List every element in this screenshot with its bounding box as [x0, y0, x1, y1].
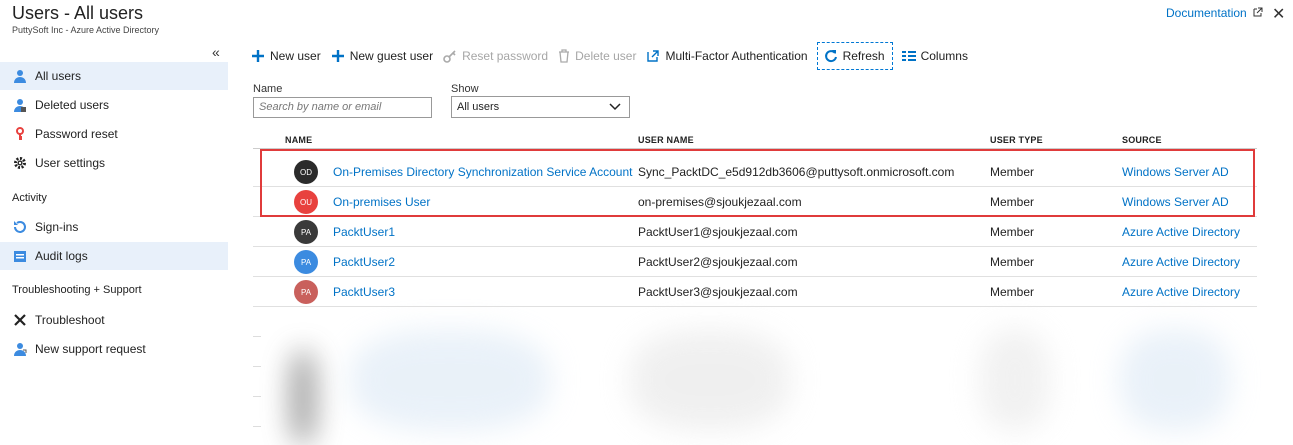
- sidebar-item-label: New support request: [35, 342, 146, 356]
- user-principal-name: PacktUser1@sjoukjezaal.com: [638, 225, 798, 239]
- sidebar-item-password-reset[interactable]: Password reset: [0, 120, 228, 148]
- faded-username: [630, 330, 790, 430]
- search-input[interactable]: Search by name or email: [253, 97, 432, 118]
- column-header-user-name[interactable]: USER NAME: [638, 135, 694, 145]
- column-header-name[interactable]: NAME: [285, 135, 312, 145]
- columns-icon: [901, 50, 916, 62]
- column-header-user-type[interactable]: USER TYPE: [990, 135, 1043, 145]
- table-row[interactable]: PA PacktUser3 PacktUser3@sjoukjezaal.com…: [253, 277, 1257, 307]
- sidebar-item-troubleshoot[interactable]: Troubleshoot: [0, 306, 228, 334]
- new-guest-user-label: New guest user: [349, 49, 434, 63]
- user-name-link[interactable]: PacktUser2: [333, 255, 395, 269]
- sidebar-item-all-users[interactable]: All users: [0, 62, 228, 90]
- log-icon: [12, 248, 28, 264]
- delete-user-label: Delete user: [575, 49, 637, 63]
- column-header-source[interactable]: SOURCE: [1122, 135, 1162, 145]
- sign-in-icon: [12, 219, 28, 235]
- wrench-icon: [12, 312, 28, 328]
- key-icon: [443, 49, 457, 63]
- user-name-link[interactable]: PacktUser1: [333, 225, 395, 239]
- trash-icon: [558, 49, 570, 63]
- sidebar-item-sign-ins[interactable]: Sign-ins: [0, 213, 228, 241]
- external-link-icon: [1253, 6, 1263, 20]
- delete-user-button[interactable]: Delete user: [555, 42, 643, 70]
- columns-label: Columns: [920, 49, 968, 63]
- command-bar: New user New guest user Reset password D…: [248, 42, 975, 70]
- avatar: PA: [294, 220, 318, 244]
- new-user-button[interactable]: New user: [248, 42, 328, 70]
- section-label-activity: Activity: [12, 192, 47, 204]
- user-type: Member: [990, 255, 1035, 269]
- show-dropdown-value: All users: [457, 101, 500, 113]
- close-button[interactable]: ✕: [1272, 4, 1285, 24]
- show-dropdown[interactable]: All users: [451, 96, 630, 118]
- plus-icon: [331, 49, 345, 63]
- user-principal-name: PacktUser3@sjoukjezaal.com: [638, 285, 798, 299]
- columns-button[interactable]: Columns: [899, 42, 975, 70]
- new-guest-user-button[interactable]: New guest user: [328, 42, 440, 70]
- faded-content: [260, 310, 1260, 445]
- table-row[interactable]: PA PacktUser1 PacktUser1@sjoukjezaal.com…: [253, 217, 1257, 247]
- source-link[interactable]: Azure Active Directory: [1122, 225, 1240, 239]
- sidebar-item-new-support-request[interactable]: New support request: [0, 335, 228, 363]
- key-icon: [12, 126, 28, 142]
- mfa-button[interactable]: Multi-Factor Authentication: [643, 42, 814, 70]
- avatar: PA: [294, 250, 318, 274]
- collapse-sidebar-button[interactable]: «: [212, 44, 220, 60]
- user-type: Member: [990, 225, 1035, 239]
- documentation-link[interactable]: Documentation: [1166, 6, 1263, 20]
- user-type: Member: [990, 285, 1035, 299]
- refresh-icon: [824, 49, 838, 63]
- sidebar-item-label: Troubleshoot: [35, 313, 105, 327]
- sidebar-item-label: Deleted users: [35, 98, 110, 112]
- refresh-label: Refresh: [842, 49, 885, 63]
- new-user-label: New user: [270, 49, 321, 63]
- sidebar-item-label: Password reset: [35, 127, 118, 141]
- gear-icon: [12, 155, 28, 171]
- documentation-label: Documentation: [1166, 6, 1247, 20]
- plus-icon: [251, 49, 265, 63]
- avatar: PA: [294, 280, 318, 304]
- sidebar-item-audit-logs[interactable]: Audit logs: [0, 242, 228, 270]
- source-link[interactable]: Azure Active Directory: [1122, 255, 1240, 269]
- sidebar-item-deleted-users[interactable]: Deleted users: [0, 91, 228, 119]
- reset-password-button[interactable]: Reset password: [440, 42, 555, 70]
- reset-password-label: Reset password: [462, 49, 549, 63]
- external-link-icon: [646, 49, 660, 63]
- sidebar-item-label: User settings: [35, 156, 106, 170]
- table-row[interactable]: PA PacktUser2 PacktUser2@sjoukjezaal.com…: [253, 247, 1257, 277]
- user-icon: [12, 68, 28, 84]
- faded-name: [350, 330, 550, 430]
- name-filter-label: Name: [253, 83, 283, 95]
- page-title: Users - All users: [12, 3, 144, 23]
- source-link[interactable]: Azure Active Directory: [1122, 285, 1240, 299]
- mfa-label: Multi-Factor Authentication: [665, 49, 808, 63]
- sidebar-item-label: All users: [35, 69, 82, 83]
- deleted-user-icon: [12, 97, 28, 113]
- refresh-button[interactable]: Refresh: [816, 42, 893, 70]
- sidebar-item-label: Sign-ins: [35, 220, 79, 234]
- faded-type: [980, 330, 1050, 430]
- user-name-link[interactable]: PacktUser3: [333, 285, 395, 299]
- sidebar-item-label: Audit logs: [35, 249, 88, 263]
- highlight-box: [260, 149, 1255, 217]
- page-subtitle: PuttySoft Inc - Azure Active Directory: [12, 25, 160, 35]
- section-label-support: Troubleshooting + Support: [12, 284, 142, 296]
- sidebar: « All users Deleted users Password reset…: [0, 40, 230, 445]
- faded-source: [1120, 330, 1230, 430]
- user-principal-name: PacktUser2@sjoukjezaal.com: [638, 255, 798, 269]
- faded-avatar: [290, 350, 316, 445]
- show-filter-label: Show: [451, 83, 479, 95]
- support-icon: [12, 341, 28, 357]
- sidebar-item-user-settings[interactable]: User settings: [0, 149, 228, 177]
- blade-header: Users - All users PuttySoft Inc - Azure …: [0, 0, 1293, 40]
- chevron-down-icon: [609, 101, 621, 114]
